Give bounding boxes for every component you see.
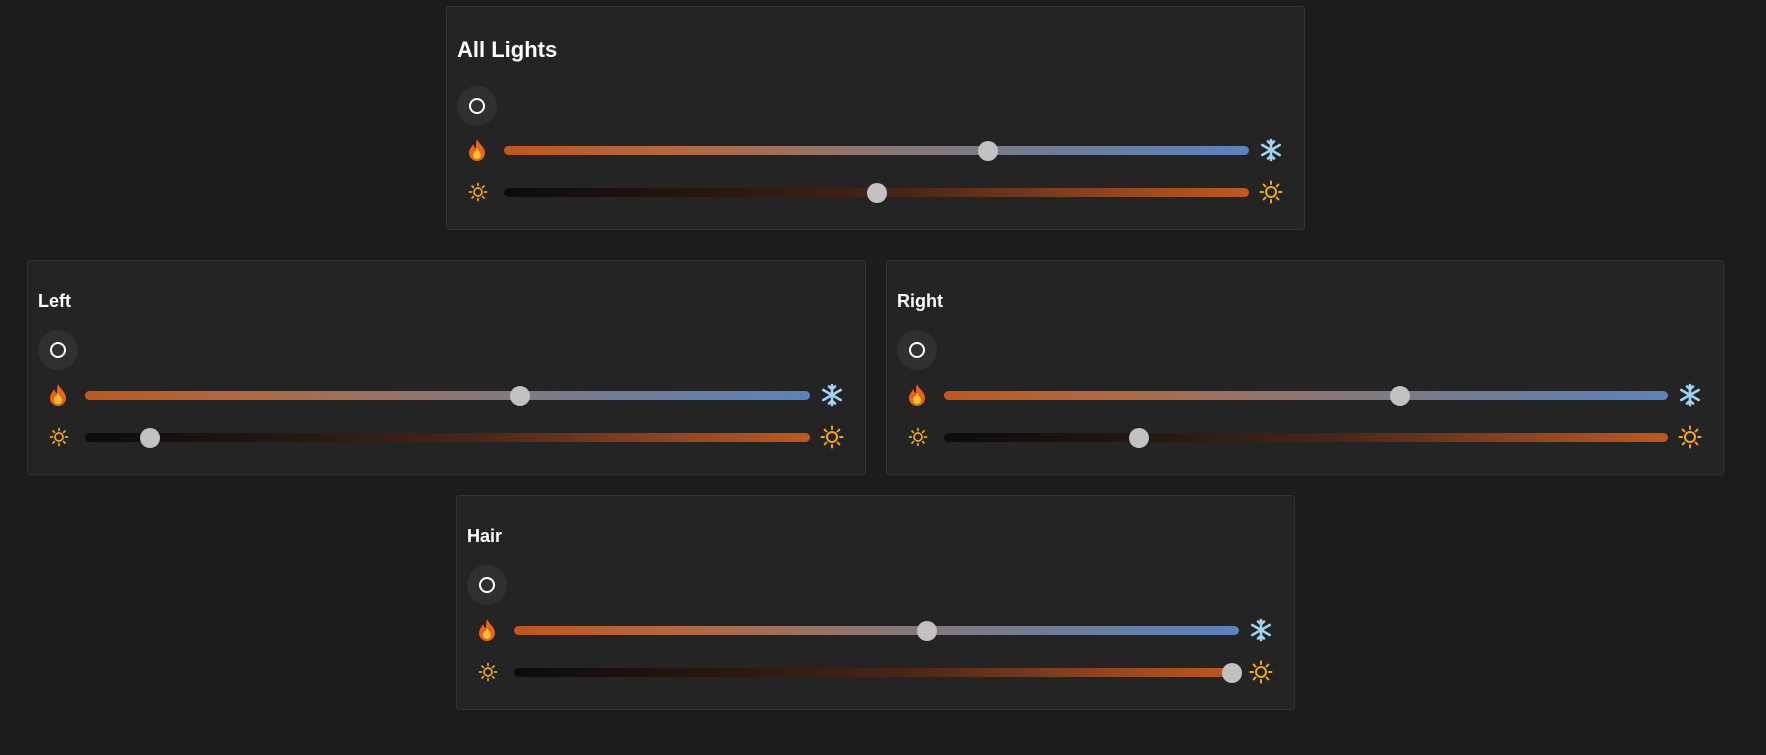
power-toggle-button[interactable] [467, 565, 507, 605]
brightness-slider-thumb[interactable] [1221, 662, 1242, 683]
temperature-slider-thumb[interactable] [510, 385, 530, 406]
brightness-slider-thumb[interactable] [140, 427, 161, 448]
panel-left: Left [27, 260, 866, 475]
brightness-slider[interactable] [504, 182, 1249, 203]
sun-bright-icon [820, 425, 844, 449]
brightness-slider[interactable] [944, 427, 1668, 448]
power-icon [479, 577, 495, 593]
power-toggle-button[interactable] [457, 86, 497, 126]
brightness-slider[interactable] [85, 427, 810, 448]
snowflake-icon [1249, 618, 1273, 642]
snowflake-icon [820, 383, 844, 407]
fire-icon [46, 383, 70, 407]
panel-title: Hair [467, 526, 503, 546]
temperature-slider[interactable] [504, 140, 1249, 161]
panel-hair: Hair [456, 495, 1295, 710]
sun-bright-icon [1249, 660, 1273, 684]
snowflake-icon [1259, 138, 1283, 162]
panel-all-lights: All Lights [446, 6, 1305, 230]
brightness-slider[interactable] [514, 662, 1242, 683]
power-icon [909, 342, 925, 358]
sun-dim-icon [476, 660, 500, 684]
fire-icon [905, 383, 929, 407]
sun-bright-icon [1678, 425, 1702, 449]
temperature-slider[interactable] [85, 385, 810, 406]
sun-bright-icon [1259, 180, 1283, 204]
panel-title: All Lights [457, 37, 558, 62]
power-toggle-button[interactable] [38, 330, 78, 370]
brightness-slider-thumb[interactable] [866, 182, 887, 203]
sun-dim-icon [906, 425, 930, 449]
sun-dim-icon [466, 180, 490, 204]
temperature-slider[interactable] [514, 620, 1239, 641]
lights-dashboard: All Lights Left Right Hair [0, 0, 1766, 755]
panel-title: Right [897, 291, 943, 311]
fire-icon [475, 618, 499, 642]
temperature-slider[interactable] [944, 385, 1668, 406]
temperature-slider-thumb[interactable] [1390, 385, 1411, 406]
temperature-slider-thumb[interactable] [978, 140, 999, 161]
power-toggle-button[interactable] [897, 330, 937, 370]
snowflake-icon [1678, 383, 1702, 407]
panel-right: Right [886, 260, 1724, 475]
panel-title: Left [38, 291, 71, 311]
brightness-slider-thumb[interactable] [1129, 427, 1150, 448]
fire-icon [465, 138, 489, 162]
power-icon [50, 342, 66, 358]
sun-dim-icon [47, 425, 71, 449]
power-icon [469, 98, 485, 114]
temperature-slider-thumb[interactable] [917, 620, 938, 641]
